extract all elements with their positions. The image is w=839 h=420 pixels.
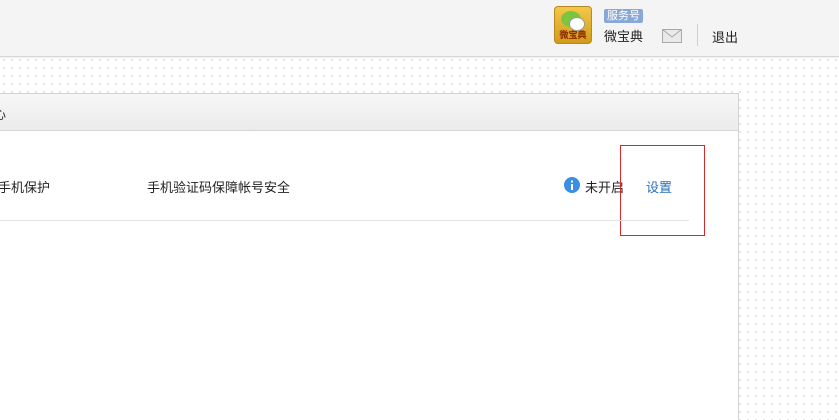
row-separator	[0, 220, 689, 221]
mail-icon[interactable]	[662, 28, 682, 47]
panel-title: 心	[0, 104, 6, 123]
security-panel: 心	[0, 93, 739, 420]
info-icon	[564, 177, 580, 193]
account-name[interactable]: 微宝典	[604, 26, 643, 45]
logout-link[interactable]: 退出	[712, 27, 738, 46]
security-item-title: 手机保护	[0, 181, 51, 196]
security-item-description: 手机验证码保障帐号安全	[147, 181, 291, 196]
account-type-badge: 服务号	[604, 9, 643, 23]
top-bar: 微宝典 服务号 微宝典 退出	[0, 0, 839, 57]
security-item-status: 未开启	[585, 181, 625, 196]
account-avatar[interactable]: 微宝典	[554, 6, 592, 44]
avatar-label: 微宝典	[559, 31, 587, 41]
header-divider	[697, 24, 698, 46]
highlight-box	[620, 145, 705, 236]
panel-header: 心	[0, 94, 738, 131]
